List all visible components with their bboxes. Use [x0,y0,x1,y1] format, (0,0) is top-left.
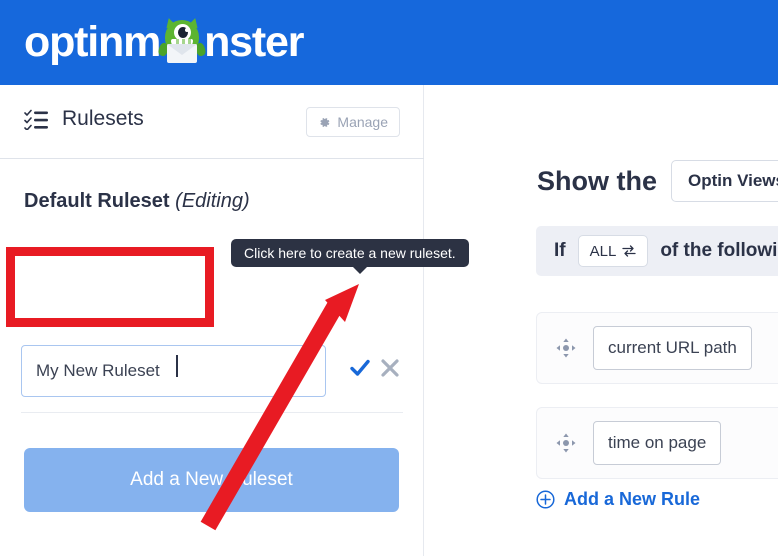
condition-all-label: ALL [589,242,617,260]
brand-text-prefix: optinm [24,18,161,66]
show-the-label: Show the [537,165,657,196]
rule-row: time on page [536,407,778,479]
rule-row: current URL path [536,312,778,384]
manage-button-label: Manage [337,114,388,130]
close-icon[interactable] [379,357,401,379]
default-ruleset-title: Default Ruleset (Editing) [24,190,250,213]
list-divider [21,412,403,413]
manage-button[interactable]: Manage [306,107,400,137]
ruleset-edit-row [21,344,403,397]
show-the-row: Show the Optin Views [537,160,778,202]
ruleset-name-input[interactable] [21,344,326,397]
rule-condition-select[interactable]: time on page [593,421,722,465]
add-new-ruleset-button[interactable]: Add a New Ruleset [24,448,399,512]
add-new-rule-label: Add a New Rule [564,489,701,509]
tooltip: Click here to create a new ruleset. [231,239,469,267]
swap-icon [622,245,636,257]
gear-icon [320,117,330,127]
brand-text-suffix: nster [204,18,304,66]
ruleset-editing-state: (Editing) [175,190,250,212]
sidebar-title: Rulesets [62,107,144,130]
optinmonster-logo[interactable]: optinm nster [24,14,304,70]
drag-move-icon[interactable] [555,432,577,454]
condition-if-label: If [554,240,566,261]
plus-circle-icon [536,490,555,509]
rulesets-sidebar: Rulesets Manage Default Ruleset (Editing… [0,85,424,556]
app-header: optinm nster Design Display Rules [0,0,778,85]
checklist-icon [24,109,48,130]
check-icon[interactable] [349,357,371,379]
drag-move-icon[interactable] [555,337,577,359]
app-root: optinm nster Design Display Rules [0,0,778,556]
rule-condition-select[interactable]: current URL path [593,326,752,370]
optin-view-select[interactable]: Optin Views [671,160,778,202]
tooltip-arrow-icon [352,266,368,274]
sidebar-header: Rulesets Manage [0,85,424,159]
ruleset-name: Default Ruleset [24,190,170,212]
add-new-rule-link[interactable]: Add a New Rule [536,489,700,510]
display-rules-panel: Show the Optin Views If ALL of the follo… [432,85,778,556]
condition-bar: If ALL of the following [536,226,778,276]
condition-tail-label: of the following [660,240,778,261]
condition-all-toggle[interactable]: ALL [577,235,649,267]
monster-mascot-icon [157,16,207,66]
sidebar-title-group: Rulesets [24,107,144,131]
text-caret [176,355,178,377]
